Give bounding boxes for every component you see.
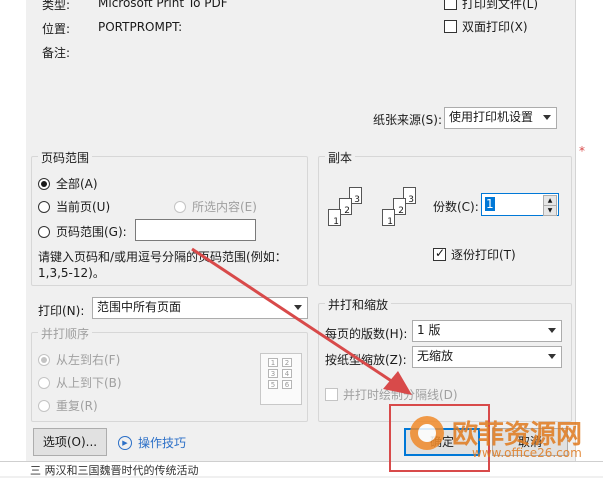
annotation-arrow bbox=[191, 247, 412, 395]
watermark: 欧菲资源网 www.office26.com bbox=[410, 416, 603, 475]
arrow-shaft bbox=[191, 247, 403, 390]
office-logo-icon bbox=[410, 416, 444, 450]
arrow-head bbox=[383, 371, 412, 395]
watermark-url: www.office26.com bbox=[472, 446, 582, 460]
